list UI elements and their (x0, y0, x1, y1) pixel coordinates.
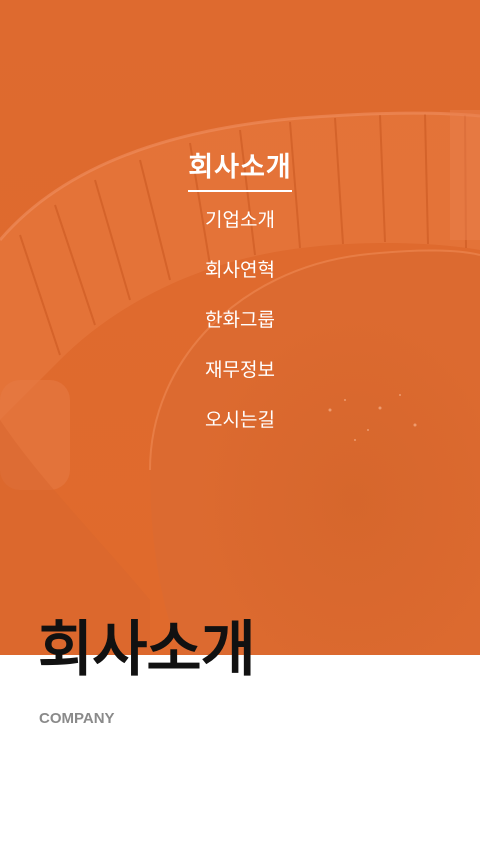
menu-item-hanwha-group[interactable]: 한화그룹 (0, 308, 480, 358)
page: 회사소개 기업소개 회사연혁 한화그룹 재무정보 오시는길 회사소개 COMPA… (0, 0, 480, 850)
menu-item-financial-info[interactable]: 재무정보 (0, 358, 480, 408)
menu-item-corporate-intro[interactable]: 기업소개 (0, 208, 480, 258)
hero-banner: 회사소개 기업소개 회사연혁 한화그룹 재무정보 오시는길 (0, 0, 480, 655)
page-title: 회사소개 (38, 615, 256, 685)
page-subtitle: COMPANY (39, 710, 115, 727)
menu-list: 기업소개 회사연혁 한화그룹 재무정보 오시는길 (0, 208, 480, 458)
company-submenu: 회사소개 기업소개 회사연혁 한화그룹 재무정보 오시는길 (0, 150, 480, 458)
menu-item-directions[interactable]: 오시는길 (0, 408, 480, 458)
menu-title-company-intro[interactable]: 회사소개 (188, 150, 292, 192)
menu-item-company-history[interactable]: 회사연혁 (0, 258, 480, 308)
